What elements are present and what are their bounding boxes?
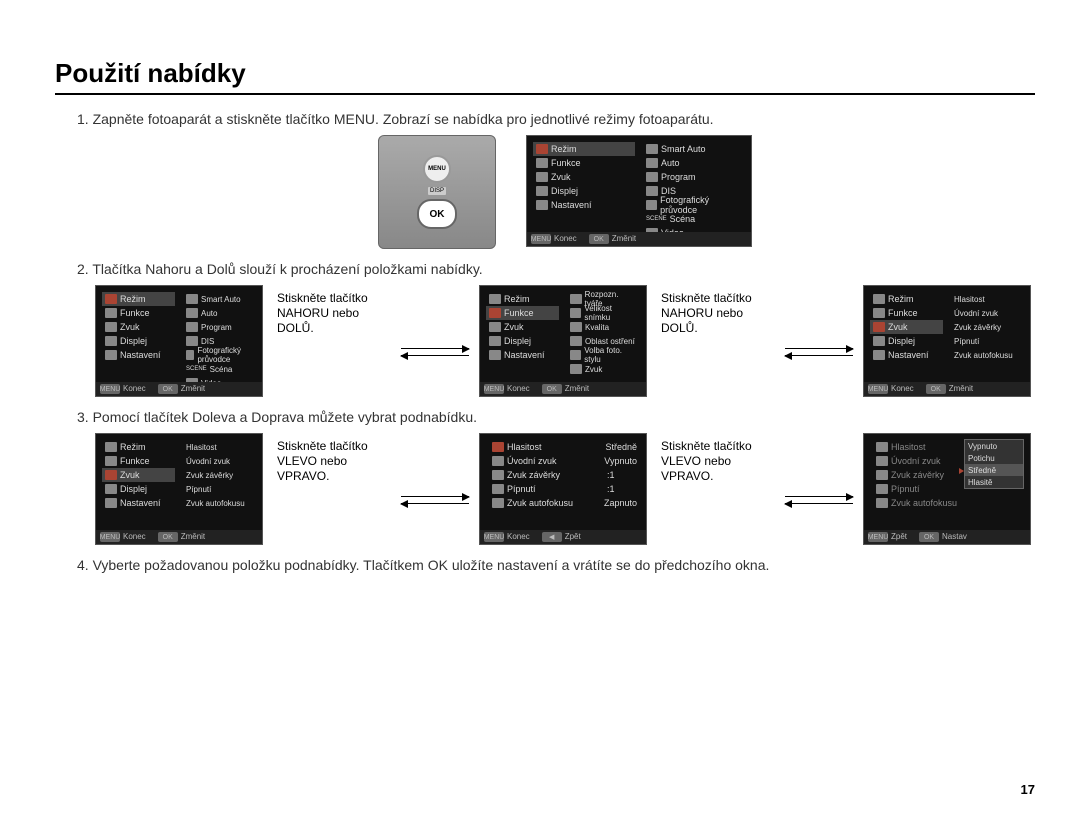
page-title: Použití nabídky <box>55 58 1035 95</box>
screen-funkce-sel: Režim Funkce Zvuk Displej Nastavení Rozp… <box>479 285 647 397</box>
screen-mode-list: Režim Funkce Zvuk Displej Nastavení Smar… <box>526 135 752 247</box>
ok-button: OK <box>417 199 457 229</box>
arrows-1 <box>401 345 469 359</box>
step-1: 1. Zapněte fotoaparát a stiskněte tlačít… <box>77 111 1035 127</box>
step-3: 3. Pomocí tlačítek Doleva a Doprava může… <box>77 409 1035 425</box>
screen-zvuk-sel: Režim Funkce Zvuk Displej Nastavení Hlas… <box>863 285 1031 397</box>
disp-label: DISP <box>428 187 446 195</box>
page-number: 17 <box>1021 782 1035 797</box>
screen-zvuk-left: Režim Funkce Zvuk Displej Nastavení Hlas… <box>95 433 263 545</box>
screen-rezim-sel: Režim Funkce Zvuk Displej Nastavení Smar… <box>95 285 263 397</box>
screen-footer: MENUKonecOKZměnit <box>527 232 751 246</box>
step-2: 2. Tlačítka Nahoru a Dolů slouží k proch… <box>77 261 1035 277</box>
row-3: Režim Funkce Zvuk Displej Nastavení Hlas… <box>95 433 1035 545</box>
caption-updown-1: Stiskněte tlačítko NAHORU nebo DOLŮ. <box>277 291 395 336</box>
caption-updown-2: Stiskněte tlačítko NAHORU nebo DOLŮ. <box>661 291 779 336</box>
screen-hlasitost-popup: Hlasitost Úvodní zvuk Zvuk závěrky Pípnu… <box>863 433 1031 545</box>
screen-zvuk-values: HlasitostStředně Úvodní zvukVypnuto Zvuk… <box>479 433 647 545</box>
mode-icon <box>536 144 548 154</box>
row-1: MENU DISP OK Režim Funkce Zvuk Displej N… <box>95 135 1035 249</box>
arrows-4 <box>785 493 853 507</box>
volume-popup: Vypnuto Potichu Středně Hlasitě <box>964 439 1024 489</box>
menu-button: MENU <box>423 155 451 183</box>
manual-page: Použití nabídky 1. Zapněte fotoaparát a … <box>0 0 1080 815</box>
camera-diagram: MENU DISP OK <box>378 135 496 249</box>
step-4: 4. Vyberte požadovanou položku podnabídk… <box>77 557 1035 573</box>
arrows-2 <box>785 345 853 359</box>
row-2: Režim Funkce Zvuk Displej Nastavení Smar… <box>95 285 1035 397</box>
caption-leftright-2: Stiskněte tlačítko VLEVO nebo VPRAVO. <box>661 439 779 484</box>
arrows-3 <box>401 493 469 507</box>
caption-leftright-1: Stiskněte tlačítko VLEVO nebo VPRAVO. <box>277 439 395 484</box>
